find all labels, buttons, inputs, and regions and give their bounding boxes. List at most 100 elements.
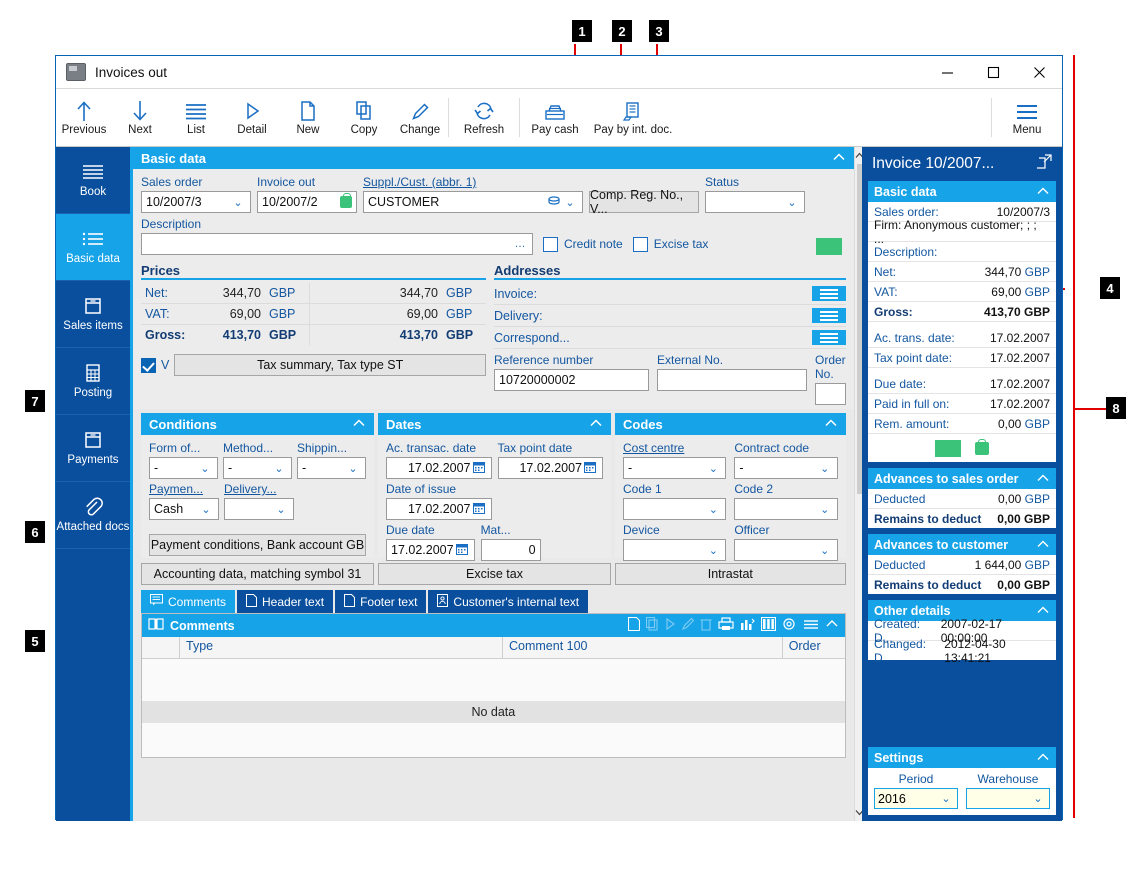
period-select[interactable]: 2016 ⌄	[874, 788, 958, 809]
toolbar-refresh-button[interactable]: Refresh	[449, 89, 519, 146]
chevron-up-icon[interactable]	[1036, 538, 1050, 552]
chevron-up-icon[interactable]	[1036, 472, 1050, 486]
calendar-icon[interactable]	[582, 461, 598, 476]
open-external-icon[interactable]	[1034, 154, 1052, 174]
toolbar-new-button[interactable]: New	[280, 89, 336, 146]
tab-footer-text[interactable]: Footer text	[335, 590, 427, 613]
dates-header[interactable]: Dates	[378, 413, 611, 435]
toolbar-copy-button[interactable]: Copy	[336, 89, 392, 146]
chevron-down-icon[interactable]: ⌄	[938, 792, 954, 805]
chevron-down-icon[interactable]: ⌄	[197, 462, 213, 475]
toolbar-next-button[interactable]: Next	[112, 89, 168, 146]
ac-transac-date-input[interactable]: 17.02.2007	[386, 457, 492, 479]
tax-summary-button[interactable]: Tax summary, Tax type ST	[174, 354, 486, 376]
chevron-down-icon[interactable]: ⌄	[784, 196, 800, 209]
right-basic-data-header[interactable]: Basic data	[868, 181, 1056, 202]
sidebar-item-attached-docs[interactable]: Attached docs	[56, 482, 130, 549]
external-no-input[interactable]	[657, 369, 807, 391]
device-select[interactable]: ⌄	[623, 539, 727, 561]
settings-header[interactable]: Settings	[868, 747, 1056, 768]
supplier-input[interactable]: CUSTOMER ⌄	[363, 191, 583, 213]
toolbar-change-button[interactable]: Change	[392, 89, 448, 146]
code-2-select[interactable]: ⌄	[734, 498, 838, 520]
advances-sales-order-header[interactable]: Advances to sales order	[868, 468, 1056, 489]
tab-header-text[interactable]: Header text	[237, 590, 334, 613]
columns-icon[interactable]	[760, 616, 776, 634]
payment-select[interactable]: Cash ⌄	[149, 498, 219, 520]
basic-data-header[interactable]: Basic data	[133, 147, 854, 169]
chevron-up-icon[interactable]	[832, 151, 846, 165]
scroll-up-button[interactable]	[855, 147, 862, 164]
settings-icon[interactable]	[782, 617, 797, 634]
chevron-down-icon[interactable]: ⌄	[817, 544, 833, 557]
chevron-up-icon[interactable]	[352, 417, 366, 431]
chevron-up-icon[interactable]	[589, 417, 603, 431]
scrollbar-thumb[interactable]	[856, 164, 862, 494]
chevron-up-icon[interactable]	[1036, 604, 1050, 618]
chevron-down-icon[interactable]: ⌄	[198, 503, 214, 516]
toolbar-previous-button[interactable]: Previous	[56, 89, 112, 146]
advances-customer-header[interactable]: Advances to customer	[868, 534, 1056, 555]
close-button[interactable]	[1016, 56, 1062, 88]
chevron-down-icon[interactable]: ⌄	[817, 462, 833, 475]
chart-icon[interactable]	[740, 617, 755, 634]
due-date-input[interactable]: 17.02.2007	[386, 539, 475, 561]
chevron-up-icon[interactable]	[1036, 751, 1050, 765]
firm-lookup-icon[interactable]	[546, 195, 562, 210]
form-of-select[interactable]: - ⌄	[149, 457, 218, 479]
sidebar-item-basic-data[interactable]: Basic data	[56, 214, 130, 281]
excise-tax-button[interactable]: Excise tax	[378, 563, 611, 585]
warehouse-select[interactable]: ⌄	[966, 788, 1050, 809]
delivery-address-button[interactable]	[811, 308, 846, 323]
accounting-data-button[interactable]: Accounting data, matching symbol 31	[141, 563, 374, 585]
comp-reg-no-button[interactable]: Comp. Reg. No., V...	[589, 188, 699, 216]
chevron-up-icon[interactable]	[1036, 185, 1050, 199]
description-input[interactable]: …	[141, 233, 533, 255]
officer-select[interactable]: ⌄	[734, 539, 838, 561]
payment-conditions-button[interactable]: Payment conditions, Bank account GB	[149, 534, 366, 556]
new-icon[interactable]	[627, 616, 640, 634]
chevron-down-icon[interactable]: ⌄	[1030, 792, 1046, 805]
calendar-icon[interactable]	[471, 461, 487, 476]
toolbar-detail-button[interactable]: Detail	[224, 89, 280, 146]
shipping-select[interactable]: - ⌄	[297, 457, 366, 479]
chevron-down-icon[interactable]: ⌄	[345, 462, 361, 475]
scroll-down-button[interactable]	[855, 804, 862, 821]
calendar-icon[interactable]	[454, 543, 470, 558]
tab-comments[interactable]: Comments	[141, 590, 236, 613]
sidebar-item-posting[interactable]: Posting	[56, 348, 130, 415]
tab-customers-internal-text[interactable]: Customer's internal text	[428, 590, 589, 613]
chevron-down-icon[interactable]: ⌄	[705, 503, 721, 516]
date-of-issue-input[interactable]: 17.02.2007	[386, 498, 492, 520]
chevron-down-icon[interactable]: ⌄	[705, 462, 721, 475]
delivery-select[interactable]: ⌄	[224, 498, 294, 520]
cost-centre-select[interactable]: - ⌄	[623, 457, 727, 479]
sidebar-item-sales-items[interactable]: Sales items	[56, 281, 130, 348]
sales-order-input[interactable]: 10/2007/3 ⌄	[141, 191, 251, 213]
toolbar-list-button[interactable]: List	[168, 89, 224, 146]
tax-point-date-input[interactable]: 17.02.2007	[497, 457, 603, 479]
chevron-down-icon[interactable]: ⌄	[705, 544, 721, 557]
column-header-type[interactable]: Type	[180, 637, 503, 658]
menu-icon[interactable]	[803, 617, 819, 634]
ellipsis-button[interactable]: …	[512, 238, 528, 250]
toolbar-menu-button[interactable]: Menu	[992, 89, 1062, 146]
conditions-header[interactable]: Conditions	[141, 413, 374, 435]
code-1-select[interactable]: ⌄	[623, 498, 727, 520]
minimize-button[interactable]	[924, 56, 970, 88]
sidebar-item-payments[interactable]: Payments	[56, 415, 130, 482]
order-no-input[interactable]	[815, 383, 846, 405]
chevron-down-icon[interactable]: ⌄	[230, 196, 246, 209]
sidebar-item-book[interactable]: Book	[56, 147, 130, 214]
toolbar-pay-cash-button[interactable]: Pay cash	[520, 89, 590, 146]
chevron-down-icon[interactable]: ⌄	[562, 196, 578, 209]
excise-tax-checkbox[interactable]	[632, 236, 648, 252]
correspondence-address-button[interactable]	[811, 330, 846, 345]
tax-summary-checkbox[interactable]	[141, 357, 156, 373]
collapse-icon[interactable]	[825, 618, 839, 633]
print-icon[interactable]	[718, 617, 734, 634]
chevron-up-icon[interactable]	[824, 417, 838, 431]
intrastat-button[interactable]: Intrastat	[615, 563, 846, 585]
column-header-order[interactable]: Order	[783, 637, 845, 658]
chevron-down-icon[interactable]: ⌄	[271, 462, 287, 475]
